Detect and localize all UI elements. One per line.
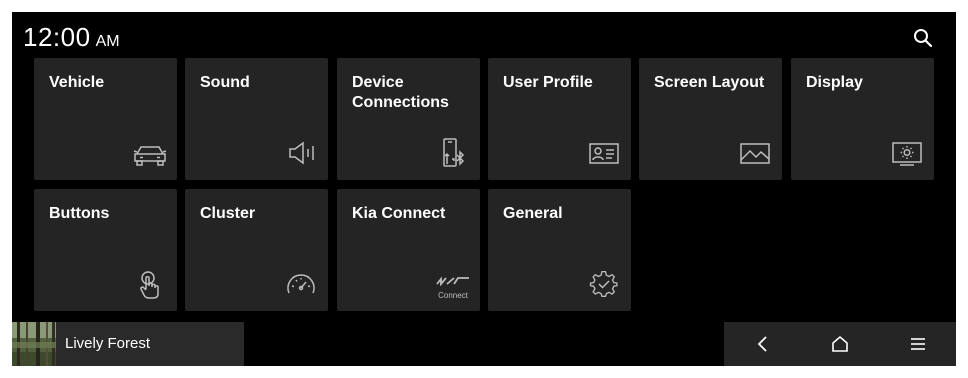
tile-device-connections-label: Device Connections bbox=[352, 74, 449, 111]
speaker-icon bbox=[289, 141, 314, 165]
tile-sound-label: Sound bbox=[200, 74, 250, 91]
album-art-thumbnail bbox=[12, 322, 56, 366]
finger-press-icon bbox=[140, 271, 159, 299]
tile-screen-layout-label: Screen Layout bbox=[654, 74, 765, 91]
media-player-bar[interactable]: Lively Forest bbox=[12, 322, 244, 366]
settings-screen: 12:00 AM Vehicle Sound Device Connection… bbox=[12, 12, 956, 366]
tile-buttons[interactable]: Buttons bbox=[34, 189, 177, 311]
tile-kia-connect[interactable]: Kia Connect Connect bbox=[337, 189, 480, 311]
media-title: Lively Forest bbox=[65, 335, 151, 352]
tile-general[interactable]: General bbox=[488, 189, 631, 311]
car-icon bbox=[133, 146, 167, 166]
tile-kia-connect-label: Kia Connect bbox=[352, 205, 446, 222]
kia-logo-icon bbox=[436, 276, 469, 287]
tile-cluster[interactable]: Cluster bbox=[185, 189, 328, 311]
display-brightness-icon bbox=[892, 142, 922, 166]
tile-device-connections[interactable]: Device Connections bbox=[337, 58, 480, 180]
tile-general-label: General bbox=[503, 205, 563, 222]
profile-card-icon bbox=[589, 143, 619, 164]
tile-vehicle[interactable]: Vehicle bbox=[34, 58, 177, 180]
tile-display-label: Display bbox=[806, 74, 863, 91]
search-button[interactable] bbox=[910, 25, 936, 51]
phone-bluetooth-icon bbox=[443, 138, 465, 167]
kia-connect-logo-text: Connect bbox=[438, 291, 468, 300]
menu-button[interactable] bbox=[879, 322, 956, 366]
back-button[interactable] bbox=[724, 322, 801, 366]
gear-check-icon bbox=[589, 270, 618, 297]
clock-time: 12:00 bbox=[23, 22, 91, 52]
back-icon bbox=[757, 336, 767, 352]
navigation-bar bbox=[724, 322, 956, 366]
tile-screen-layout[interactable]: Screen Layout bbox=[639, 58, 782, 180]
tile-user-profile-label: User Profile bbox=[503, 74, 593, 91]
tile-buttons-label: Buttons bbox=[49, 205, 110, 222]
tile-display[interactable]: Display bbox=[791, 58, 934, 180]
search-icon bbox=[914, 29, 933, 48]
menu-icon bbox=[910, 338, 925, 350]
tile-user-profile[interactable]: User Profile bbox=[488, 58, 631, 180]
landscape-picture-icon bbox=[740, 143, 770, 164]
home-button[interactable] bbox=[801, 322, 878, 366]
gauge-icon bbox=[287, 274, 315, 294]
tile-sound[interactable]: Sound bbox=[185, 58, 328, 180]
tile-cluster-label: Cluster bbox=[200, 205, 256, 222]
clock-ampm: AM bbox=[95, 33, 120, 50]
tile-vehicle-label: Vehicle bbox=[49, 74, 105, 91]
clock: 12:00 AM bbox=[23, 22, 120, 53]
kia-connect-logo: Connect bbox=[435, 273, 471, 300]
home-icon bbox=[831, 335, 848, 352]
